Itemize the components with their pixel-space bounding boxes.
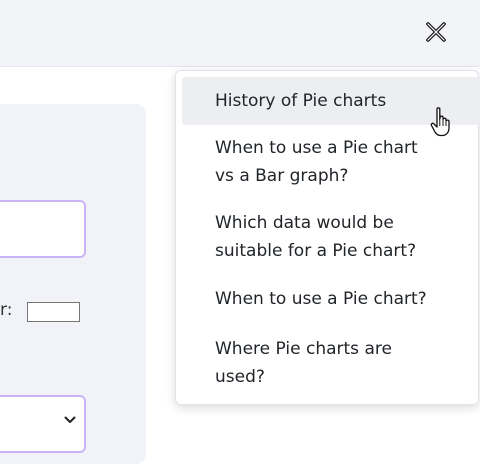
color-picker-input[interactable] (27, 302, 80, 322)
menu-item-label: Which data would be suitable for a Pie c… (215, 213, 417, 261)
menu-item-label: When to use a Pie chart? (215, 289, 427, 309)
menu-item-pie-vs-bar[interactable]: When to use a Pie chart vs a Bar graph? (182, 134, 435, 190)
close-button[interactable] (421, 17, 451, 47)
menu-item-label: History of Pie charts (215, 91, 387, 111)
menu-item-when-to-use[interactable]: When to use a Pie chart? (182, 285, 480, 313)
menu-item-where-used[interactable]: Where Pie charts are used? (182, 335, 415, 391)
menu-item-suitable-data[interactable]: Which data would be suitable for a Pie c… (182, 209, 430, 265)
close-icon (426, 22, 446, 42)
menu-item-label: When to use a Pie chart vs a Bar graph? (215, 138, 418, 186)
color-label: r: (0, 300, 13, 320)
menu-item-label: Where Pie charts are used? (215, 339, 392, 387)
hand-pointer-cursor-icon (430, 107, 450, 137)
top-bar (0, 0, 480, 67)
text-field[interactable] (0, 200, 86, 258)
chevron-down-icon (63, 413, 77, 427)
